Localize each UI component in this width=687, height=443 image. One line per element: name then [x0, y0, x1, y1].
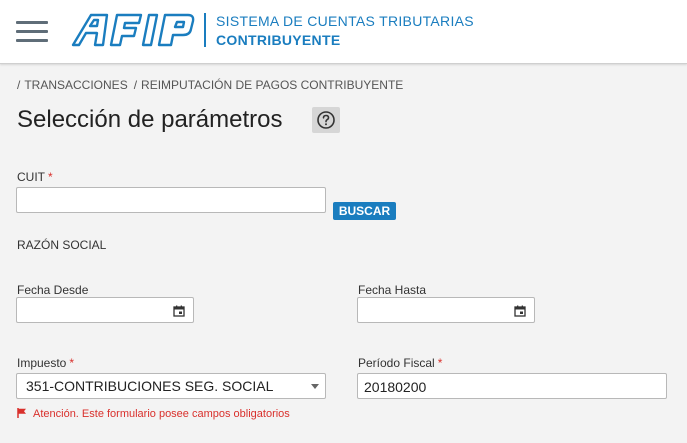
fecha-desde-input[interactable] — [16, 297, 194, 323]
header-divider — [204, 13, 206, 47]
buscar-button[interactable]: BUSCAR — [333, 202, 396, 220]
calendar-icon[interactable] — [173, 305, 185, 317]
top-bar: SISTEMA DE CUENTAS TRIBUTARIAS CONTRIBUY… — [0, 0, 687, 64]
impuesto-select[interactable]: 351-CONTRIBUCIONES SEG. SOCIAL — [16, 373, 326, 399]
fecha-hasta-label: Fecha Hasta — [358, 283, 427, 297]
flag-icon — [17, 408, 26, 418]
breadcrumb: / TRANSACCIONES / REIMPUTACIÓN DE PAGOS CON… — [17, 78, 404, 92]
periodo-fiscal-label: Período Fiscal * — [358, 356, 443, 370]
calendar-icon[interactable] — [514, 305, 526, 317]
fecha-hasta-input[interactable] — [357, 297, 535, 323]
periodo-fiscal-input[interactable]: 20180200 — [357, 373, 667, 399]
fecha-desde-label: Fecha Desde — [17, 283, 89, 297]
required-fields-warning: Atención. Este formulario posee campos o… — [17, 408, 290, 420]
impuesto-selected-value: 351-CONTRIBUCIONES SEG. SOCIAL — [26, 378, 274, 394]
breadcrumb-item-reimputacion[interactable]: REIMPUTACIÓN DE PAGOS CONTRIBUYENTE — [141, 78, 403, 92]
help-button[interactable] — [312, 107, 340, 133]
question-circle-icon — [317, 111, 335, 129]
menu-icon[interactable] — [16, 21, 48, 43]
cuit-label: CUIT * — [17, 170, 53, 184]
razon-social-label: RAZÓN SOCIAL — [17, 238, 107, 252]
role-name: CONTRIBUYENTE — [216, 32, 341, 48]
cuit-input[interactable] — [16, 187, 326, 213]
page-title: Selección de parámetros — [17, 106, 283, 133]
impuesto-label: Impuesto * — [17, 356, 75, 370]
system-name: SISTEMA DE CUENTAS TRIBUTARIAS — [216, 13, 474, 29]
chevron-down-icon — [311, 384, 319, 389]
breadcrumb-item-transacciones[interactable]: TRANSACCIONES — [24, 78, 127, 92]
afip-logo — [71, 13, 195, 47]
